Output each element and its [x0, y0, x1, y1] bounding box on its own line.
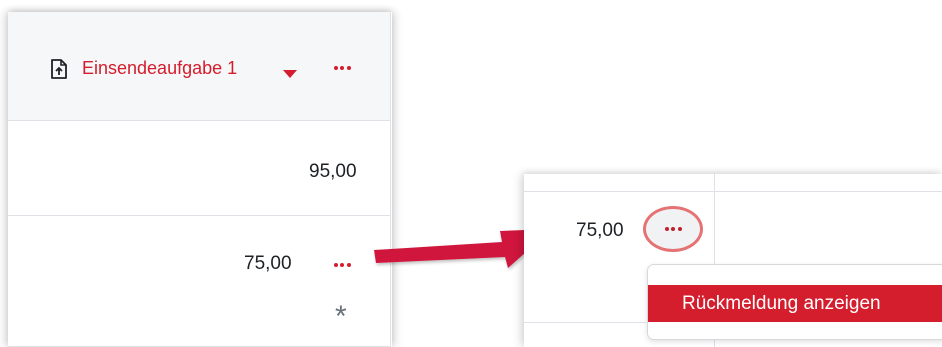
ellipsis-icon[interactable]	[330, 255, 354, 275]
row-divider	[524, 322, 646, 323]
action-dropdown-menu: Rückmeldung anzeigen	[647, 264, 942, 340]
ellipsis-icon[interactable]	[330, 58, 354, 78]
column-divider	[390, 12, 391, 347]
table-row: 75,00 *	[8, 217, 390, 347]
grade-value: 75,00	[576, 220, 624, 241]
gradebook-panel: Einsendeaufgabe 1 95,00 75,00 *	[8, 12, 392, 347]
grade-value: 75,00	[244, 253, 292, 274]
show-feedback-menu-item[interactable]: Rückmeldung anzeigen	[648, 285, 942, 322]
grade-value: 95,00	[309, 161, 357, 182]
table-row: 95,00	[8, 122, 390, 216]
overridden-asterisk: *	[335, 300, 347, 333]
ellipsis-icon[interactable]	[643, 206, 703, 252]
row-divider	[524, 191, 942, 192]
zoom-inset-panel: 75,00 Rückmeldung anzeigen	[524, 174, 942, 347]
grade-column-header: Einsendeaufgabe 1	[8, 12, 390, 121]
assignment-column-link[interactable]: Einsendeaufgabe 1	[82, 58, 237, 79]
document-upload-icon	[51, 59, 67, 79]
caret-down-icon[interactable]	[283, 70, 297, 78]
